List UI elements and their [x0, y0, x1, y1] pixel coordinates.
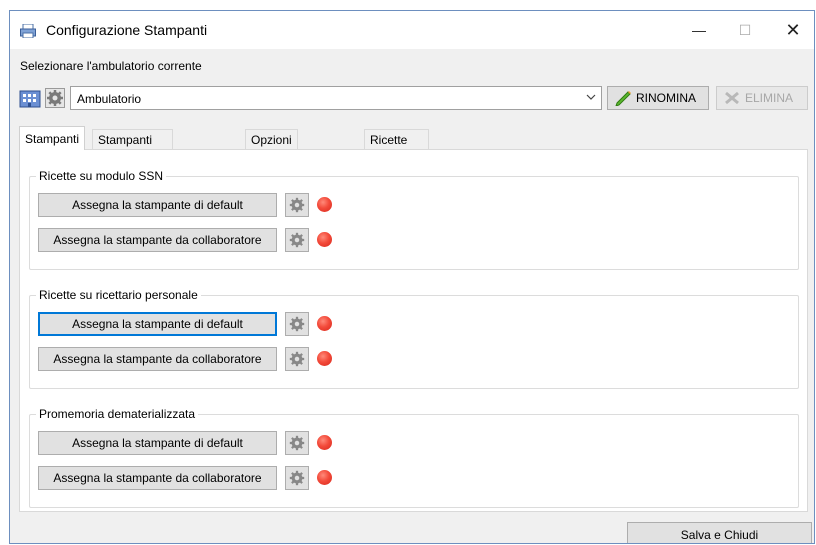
gear-icon[interactable] [45, 88, 65, 108]
group-title: Ricette su modulo SSN [36, 169, 167, 183]
status-indicator-red [317, 470, 332, 485]
rename-label: RINOMINA [636, 91, 696, 105]
assign-default-printer-button[interactable]: Assegna la stampante di default [38, 431, 277, 455]
group-promemoria-dematerializzata: Promemoria dematerializzata Assegna la s… [29, 407, 799, 508]
group-title: Promemoria dematerializzata [36, 407, 199, 421]
close-button[interactable]: ✕ [770, 11, 814, 49]
assign-collaborator-printer-button[interactable]: Assegna la stampante da collaboratore [38, 466, 277, 490]
ambulatorio-selected-value: Ambulatorio [77, 92, 142, 106]
delete-button[interactable]: ELIMINA [716, 86, 808, 110]
printer-settings-button[interactable] [285, 228, 309, 252]
group-title: Ricette su ricettario personale [36, 288, 201, 302]
tab-ricette-ricettario-personale[interactable]: Ricette su ricettario personale [364, 129, 429, 207]
printer-settings-button[interactable] [285, 466, 309, 490]
assign-default-printer-button[interactable]: Assegna la stampante di default [38, 312, 277, 336]
title-bar: Configurazione Stampanti — ☐ ✕ [10, 11, 814, 49]
gear-icon [289, 435, 305, 451]
tab-stampanti[interactable]: Stampanti [19, 126, 86, 150]
assign-default-printer-button[interactable]: Assegna la stampante di default [38, 193, 277, 217]
gear-icon [289, 470, 305, 486]
assign-collaborator-printer-button[interactable]: Assegna la stampante da collaboratore [38, 228, 277, 252]
printer-settings-button[interactable] [285, 347, 309, 371]
status-indicator-red [317, 351, 332, 366]
group-ricette-ssn: Ricette su modulo SSN Assegna la stampan… [29, 169, 799, 270]
status-indicator-red [317, 435, 332, 450]
gear-icon [289, 351, 305, 367]
assign-collaborator-printer-button[interactable]: Assegna la stampante da collaboratore [38, 347, 277, 371]
save-and-close-button[interactable]: Salva e Chiudi [627, 522, 812, 543]
ambulatorio-label: Selezionare l'ambulatorio corrente [20, 59, 202, 73]
building-icon[interactable] [19, 88, 41, 108]
pencil-icon [615, 91, 631, 106]
rename-button[interactable]: RINOMINA [607, 86, 709, 110]
maximize-button[interactable]: ☐ [722, 11, 768, 49]
printer-icon [20, 24, 36, 38]
delete-label: ELIMINA [745, 91, 794, 105]
ambulatorio-row: Ambulatorio RINOMINA ELIMINA [19, 86, 808, 112]
gear-icon [289, 232, 305, 248]
printer-settings-button[interactable] [285, 431, 309, 455]
minimize-button[interactable]: — [676, 11, 722, 49]
chevron-down-icon [586, 94, 596, 100]
printer-settings-button[interactable] [285, 312, 309, 336]
status-indicator-red [317, 316, 332, 331]
printer-config-window: Configurazione Stampanti — ☐ ✕ Seleziona… [9, 10, 815, 544]
group-ricettario-personale: Ricette su ricettario personale Assegna … [29, 288, 799, 389]
ambulatorio-select[interactable]: Ambulatorio [70, 86, 602, 110]
stampanti-panel: Ricette su modulo SSN Assegna la stampan… [19, 149, 808, 512]
delete-icon [725, 91, 739, 105]
gear-icon [289, 316, 305, 332]
tab-opzioni-di-stampa[interactable]: Opzioni di stampa [245, 129, 298, 187]
status-indicator-red [317, 197, 332, 212]
tab-stampanti-collaboratore[interactable]: Stampanti collaboratore [92, 129, 174, 167]
gear-icon [289, 197, 305, 213]
window-title: Configurazione Stampanti [46, 22, 208, 38]
status-indicator-red [317, 232, 332, 247]
printer-settings-button[interactable] [285, 193, 309, 217]
